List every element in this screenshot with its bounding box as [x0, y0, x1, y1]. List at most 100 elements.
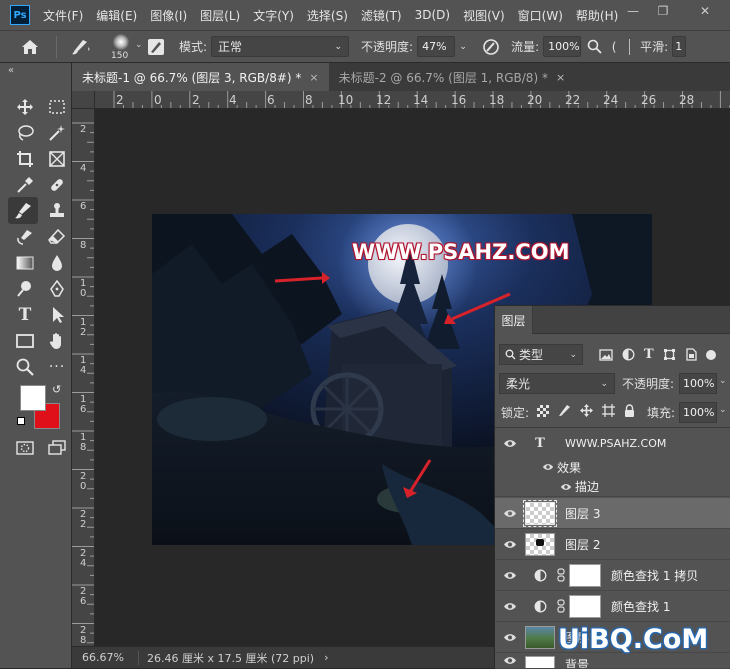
minimize-button[interactable]: —	[618, 0, 648, 22]
brush-settings-icon[interactable]	[143, 38, 169, 56]
menu-layer[interactable]: 图层(L)	[193, 7, 246, 24]
pixel-filter-icon[interactable]	[599, 348, 613, 361]
ruler-corner[interactable]	[72, 91, 95, 109]
horizontal-ruler[interactable]: 2 0 2 4 6 8 10 12 14 16 18 20 22 24 26 2…	[95, 91, 730, 109]
move-tool-icon[interactable]	[10, 94, 40, 119]
layer-name[interactable]: 颜色查找 1	[611, 598, 670, 615]
adjustment-filter-icon[interactable]	[622, 348, 635, 361]
eye-icon[interactable]	[495, 540, 525, 549]
chevron-right-icon[interactable]: ›	[324, 651, 328, 664]
menu-help[interactable]: 帮助(H)	[569, 7, 624, 24]
search-icon[interactable]	[583, 39, 605, 54]
more-tools-icon[interactable]: ···	[42, 354, 72, 379]
default-colors-icon[interactable]	[17, 417, 25, 425]
tab-document-1[interactable]: 未标题-1 @ 66.7% (图层 3, RGB/8#) * ×	[72, 63, 329, 91]
menu-image[interactable]: 图像(I)	[143, 7, 193, 24]
path-selection-tool-icon[interactable]	[42, 302, 72, 327]
smart-object-filter-icon[interactable]	[685, 348, 697, 361]
eye-icon[interactable]	[557, 483, 575, 491]
layer-row-color-lookup[interactable]: 颜色查找 1	[495, 591, 730, 622]
home-icon[interactable]	[10, 39, 50, 55]
close-window-button[interactable]: ✕	[690, 0, 720, 22]
eye-icon[interactable]	[495, 571, 525, 580]
menu-file[interactable]: 文件(F)	[36, 7, 89, 24]
eye-icon[interactable]	[495, 656, 525, 665]
lasso-tool-icon[interactable]	[10, 120, 40, 145]
tab-document-2[interactable]: 未标题-2 @ 66.7% (图层 1, RGB/8) * ×	[329, 63, 576, 91]
layer-effects-row[interactable]: 效果	[495, 457, 730, 477]
layer-row-background[interactable]: 背景	[495, 653, 730, 669]
frame-tool-icon[interactable]	[42, 146, 72, 171]
menu-3d[interactable]: 3D(D)	[408, 8, 456, 22]
brush-size-picker[interactable]: 150 ⌄	[103, 32, 143, 62]
pressure-opacity-icon[interactable]	[477, 38, 505, 56]
close-icon[interactable]: ×	[556, 71, 565, 84]
hand-tool-icon[interactable]	[42, 328, 72, 353]
eyedropper-tool-icon[interactable]	[10, 172, 40, 197]
zoom-level[interactable]: 66.67%	[82, 651, 138, 664]
menu-type[interactable]: 文字(Y)	[246, 7, 300, 24]
layer-name[interactable]: WWW.PSAHZ.COM	[565, 437, 666, 450]
menu-filter[interactable]: 滤镜(T)	[354, 7, 408, 24]
zoom-tool-icon[interactable]	[10, 354, 40, 379]
opacity-field[interactable]: 47%	[417, 36, 456, 57]
type-tool-icon[interactable]: T	[10, 302, 40, 327]
eye-icon[interactable]	[495, 602, 525, 611]
history-brush-tool-icon[interactable]	[10, 224, 40, 249]
swap-colors-icon[interactable]: ↺	[52, 383, 61, 396]
layer-opacity-field[interactable]: 100%	[679, 373, 717, 394]
quick-mask-icon[interactable]	[10, 435, 40, 460]
filter-toggle-icon[interactable]	[705, 349, 716, 360]
menu-edit[interactable]: 编辑(E)	[89, 7, 143, 24]
fill-field[interactable]: 100%	[679, 402, 717, 423]
eye-icon[interactable]	[495, 633, 525, 642]
blur-tool-icon[interactable]	[42, 250, 72, 275]
smooth-field[interactable]: 1	[672, 36, 687, 57]
menu-window[interactable]: 窗口(W)	[511, 7, 569, 24]
gradient-tool-icon[interactable]	[10, 250, 40, 275]
link-icon[interactable]	[555, 568, 567, 582]
airbrush-icon[interactable]: (	[605, 40, 623, 54]
collapse-chevron-icon[interactable]: «	[8, 65, 14, 76]
chevron-down-icon[interactable]: ⌄	[455, 42, 471, 52]
tab-layers[interactable]: 图层	[495, 306, 533, 334]
crop-tool-icon[interactable]	[10, 146, 40, 171]
eye-icon[interactable]	[495, 439, 525, 448]
layer-name[interactable]: 图层 2	[565, 536, 600, 553]
chevron-down-icon[interactable]: ⌄	[719, 405, 727, 415]
layer-row-color-lookup-copy[interactable]: 颜色查找 1 拷贝	[495, 560, 730, 591]
brush-preset-icon[interactable]	[63, 38, 97, 56]
brush-tool-icon[interactable]	[8, 197, 38, 224]
layer-row-layer-2[interactable]: 图层 2	[495, 529, 730, 560]
menu-select[interactable]: 选择(S)	[300, 7, 354, 24]
chevron-down-icon[interactable]: ⌄	[719, 376, 727, 386]
layer-mask-thumbnail[interactable]	[569, 563, 601, 587]
pen-tool-icon[interactable]	[42, 276, 72, 301]
layer-filter-select[interactable]: 类型 ⌄	[499, 344, 583, 365]
layer-row-text[interactable]: T WWW.PSAHZ.COM	[495, 428, 730, 459]
healing-brush-tool-icon[interactable]	[42, 172, 72, 197]
foreground-color-swatch[interactable]	[20, 385, 46, 411]
vertical-ruler[interactable]: 2 4 6 8 1 0 1 2 1 4 1 6 1 8 2 0 2 2 2 4 2 6 2 8	[72, 109, 95, 646]
layer-mask-thumbnail[interactable]	[569, 594, 601, 618]
magic-wand-tool-icon[interactable]	[42, 120, 72, 145]
lock-transparent-icon[interactable]	[537, 404, 549, 417]
close-icon[interactable]: ×	[309, 71, 318, 84]
lock-position-icon[interactable]	[580, 404, 593, 417]
layer-name[interactable]: 颜色查找 1 拷贝	[611, 567, 698, 584]
flow-field[interactable]: 100%	[543, 36, 582, 57]
layer-name[interactable]: 图层 3	[565, 505, 600, 522]
lock-all-icon[interactable]	[624, 404, 635, 417]
rectangle-tool-icon[interactable]	[10, 328, 40, 353]
lock-pixels-icon[interactable]	[558, 404, 571, 417]
lock-artboard-icon[interactable]	[602, 404, 615, 417]
layer-name[interactable]: 背景	[565, 656, 589, 668]
shape-filter-icon[interactable]	[663, 348, 676, 361]
type-filter-icon[interactable]: T	[644, 347, 654, 362]
eye-icon[interactable]	[495, 509, 525, 518]
screen-mode-icon[interactable]	[42, 435, 72, 460]
eraser-tool-icon[interactable]	[42, 224, 72, 249]
layer-stroke-effect-row[interactable]: 描边	[495, 477, 730, 497]
stamp-tool-icon[interactable]	[42, 198, 72, 223]
dodge-tool-icon[interactable]	[10, 276, 40, 301]
